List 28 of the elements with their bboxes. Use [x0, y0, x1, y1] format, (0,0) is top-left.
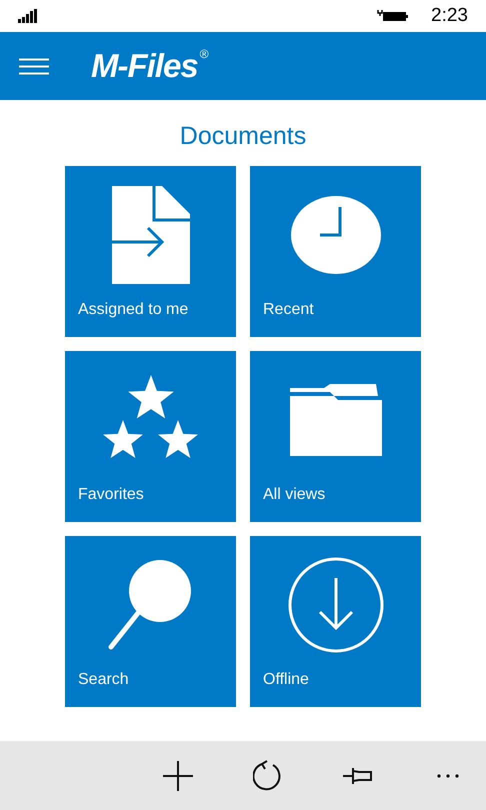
more-icon — [437, 774, 459, 778]
menu-icon — [19, 58, 49, 74]
signal-icon — [18, 9, 38, 23]
logo-text: M-Files — [91, 46, 198, 86]
tile-label: Favorites — [78, 485, 144, 505]
tile[interactable]: Assigned to me — [65, 166, 236, 337]
tile[interactable]: Favorites — [65, 351, 236, 522]
page-title: Documents — [178, 121, 308, 152]
document-arrow-icon — [112, 186, 190, 284]
tile-label: Offline — [263, 670, 309, 690]
tile[interactable]: All views — [250, 351, 421, 522]
refresh-icon — [253, 760, 283, 792]
menu-button[interactable] — [19, 56, 49, 76]
tile[interactable]: Recent — [250, 166, 421, 337]
clock-time: 2:23 — [431, 4, 468, 28]
plus-icon — [163, 760, 193, 790]
clock-icon — [290, 195, 382, 275]
pin-icon — [343, 766, 373, 786]
tile[interactable]: Offline — [250, 536, 421, 707]
battery-icon — [377, 8, 410, 24]
tile-label: All views — [263, 485, 326, 505]
tile-label: Recent — [263, 300, 314, 320]
tile[interactable]: Search — [65, 536, 236, 707]
folder-icon — [290, 384, 382, 456]
tile-label: Search — [78, 670, 129, 690]
download-icon — [286, 556, 384, 654]
tile-label: Assigned to me — [78, 300, 188, 320]
registered-mark: ® — [200, 46, 208, 64]
